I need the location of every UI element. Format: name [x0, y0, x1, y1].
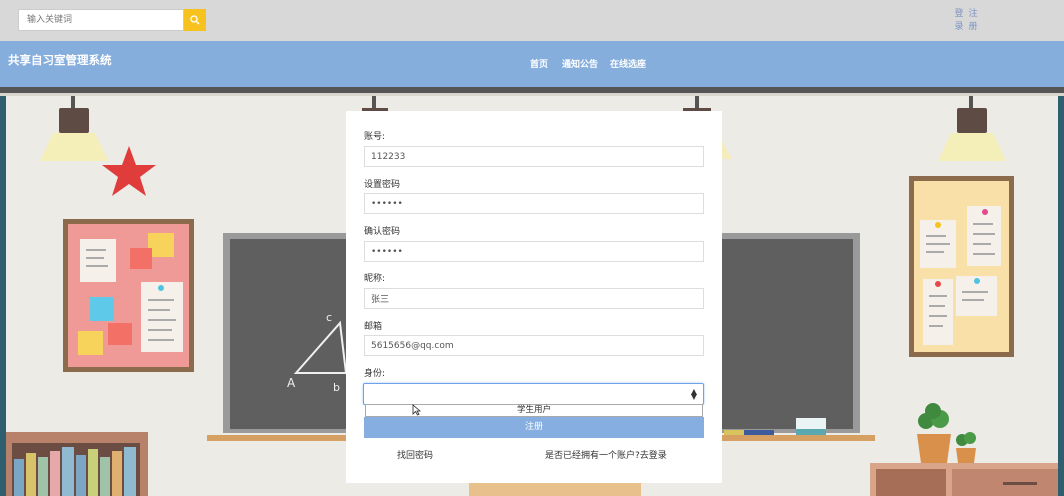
password-field[interactable] [364, 193, 704, 214]
nav-item-notices[interactable]: 通知公告 [562, 57, 598, 70]
email-field[interactable] [364, 335, 704, 356]
search-input[interactable] [18, 9, 184, 31]
login-link[interactable]: 登录 [954, 8, 964, 34]
sort-caret-icon: ▲ ▼ [690, 387, 697, 401]
svg-text:b: b [333, 381, 340, 394]
account-label: 账号: [364, 132, 386, 142]
go-login-link[interactable]: 是否已经拥有一个账户?去登录 [545, 448, 667, 461]
nav-item-home[interactable]: 首页 [530, 57, 548, 70]
find-password-link[interactable]: 找回密码 [397, 448, 433, 461]
top-bar: 登录 注册 [0, 0, 1064, 41]
navbar: 共享自习室管理系统 首页 通知公告 在线选座 [0, 41, 1064, 87]
confirm-password-field[interactable] [364, 241, 704, 262]
nav-item-seat-selection[interactable]: 在线选座 [610, 57, 646, 70]
password-label: 设置密码 [364, 180, 401, 190]
svg-text:A: A [287, 376, 296, 390]
nickname-label: 昵称: [364, 274, 386, 284]
account-field[interactable] [364, 146, 704, 167]
nickname-field[interactable] [364, 288, 704, 309]
register-button[interactable]: 注册 [364, 417, 704, 438]
mouse-cursor-icon [412, 404, 421, 416]
svg-text:c: c [326, 311, 332, 324]
search-icon [190, 15, 200, 25]
register-link[interactable]: 注册 [968, 8, 978, 34]
email-label: 邮箱 [364, 322, 383, 332]
site-title: 共享自习室管理系统 [8, 53, 112, 67]
confirm-password-label: 确认密码 [364, 227, 401, 237]
identity-label: 身份: [364, 369, 386, 379]
search-button[interactable] [184, 9, 206, 31]
identity-select[interactable]: ▲ ▼ [363, 383, 704, 405]
